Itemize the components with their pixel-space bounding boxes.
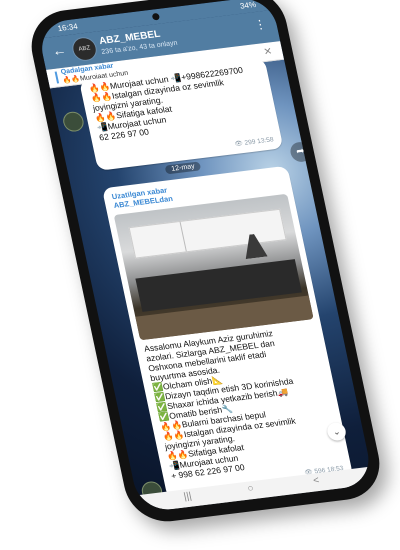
- pinned-indicator: [54, 71, 60, 84]
- back-icon[interactable]: <: [312, 475, 320, 486]
- date-pill: 12-may: [164, 161, 202, 175]
- forwarded-message-bubble[interactable]: Uzatilgan xabar ABZ_MEBELdan Assalomu Al…: [101, 165, 354, 500]
- kitchen-photo[interactable]: [113, 193, 314, 341]
- status-battery: 34%: [239, 0, 257, 11]
- close-icon[interactable]: ✕: [263, 46, 274, 58]
- status-time: 16:34: [56, 21, 79, 34]
- message-meta: 👁 299 13:58: [233, 136, 275, 148]
- sender-avatar[interactable]: [61, 110, 86, 133]
- message-text: 🔥🔥Murojaat uchun 📲+998622269700 🔥🔥Istalg…: [88, 65, 254, 143]
- more-menu-icon[interactable]: ⋮: [253, 17, 268, 32]
- back-arrow-icon[interactable]: ←: [51, 41, 68, 58]
- phone-screen: 16:34 34% ← ABZ ABZ_MEBEL 236 ta a'zo, 4…: [36, 0, 375, 513]
- front-camera: [151, 12, 160, 21]
- phone-frame: 16:34 34% ← ABZ ABZ_MEBEL 236 ta a'zo, 4…: [24, 0, 387, 526]
- message-text: Assalomu Alaykum Aziz guruhimiz azolari.…: [143, 327, 311, 481]
- channel-avatar[interactable]: ABZ: [70, 35, 99, 63]
- share-icon[interactable]: ➦: [288, 140, 313, 163]
- home-icon[interactable]: ○: [246, 483, 254, 494]
- forward-header[interactable]: Uzatilgan xabar ABZ_MEBELdan: [111, 185, 174, 210]
- recent-apps-icon[interactable]: |||: [183, 491, 193, 503]
